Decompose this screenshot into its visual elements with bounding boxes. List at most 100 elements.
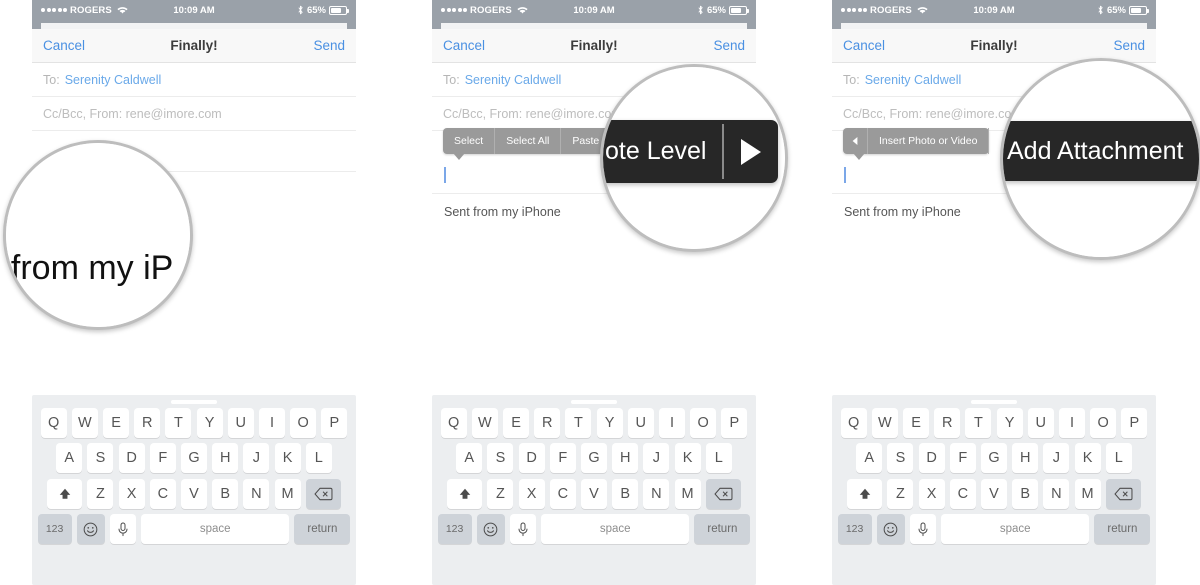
key-e[interactable]: E (903, 407, 930, 438)
magnified-quote-level-popup[interactable]: ote Level (603, 120, 778, 183)
key-d[interactable]: D (918, 443, 945, 473)
keyboard-grabber[interactable] (971, 400, 1017, 404)
key-x[interactable]: X (118, 478, 145, 509)
key-r[interactable]: R (134, 407, 161, 438)
space-key[interactable]: space (141, 514, 290, 544)
key-c[interactable]: C (549, 478, 576, 509)
key-t[interactable]: T (965, 407, 992, 438)
key-n[interactable]: N (1043, 478, 1070, 509)
shift-arrow-icon[interactable] (47, 478, 83, 509)
shift-arrow-icon[interactable] (847, 478, 883, 509)
key-a[interactable]: A (456, 443, 483, 473)
backspace-icon[interactable] (1105, 478, 1141, 509)
key-i[interactable]: I (1058, 407, 1085, 438)
key-a[interactable]: A (856, 443, 883, 473)
key-i[interactable]: I (658, 407, 685, 438)
microphone-icon[interactable] (509, 514, 536, 544)
key-u[interactable]: U (1027, 407, 1054, 438)
insert-photo-or-video-menu-item[interactable]: Insert Photo or Video (868, 128, 990, 154)
key-z[interactable]: Z (487, 478, 514, 509)
send-button[interactable]: Send (313, 38, 345, 53)
key-y[interactable]: Y (996, 407, 1023, 438)
key-j[interactable]: J (643, 443, 670, 473)
key-v[interactable]: V (581, 478, 607, 509)
numbers-key[interactable]: 123 (837, 514, 872, 544)
keyboard-grabber[interactable] (571, 400, 617, 404)
text-edit-menu[interactable]: Select Select All Paste (443, 128, 612, 160)
key-g[interactable]: G (181, 443, 207, 473)
key-w[interactable]: W (871, 407, 898, 438)
key-e[interactable]: E (503, 407, 530, 438)
key-n[interactable]: N (643, 478, 670, 509)
key-c[interactable]: C (949, 478, 976, 509)
key-o[interactable]: O (1090, 407, 1117, 438)
key-m[interactable]: M (1074, 478, 1101, 509)
onscreen-keyboard[interactable]: Q W E R T Y U I O P A S D F G H J K L Z … (832, 395, 1156, 585)
key-p[interactable]: P (721, 407, 748, 438)
key-p[interactable]: P (321, 407, 348, 438)
key-r[interactable]: R (534, 407, 561, 438)
key-f[interactable]: F (949, 443, 976, 473)
key-v[interactable]: V (981, 478, 1007, 509)
microphone-icon[interactable] (109, 514, 136, 544)
return-key[interactable]: return (1094, 514, 1151, 544)
key-u[interactable]: U (227, 407, 254, 438)
smiley-face-icon[interactable] (876, 514, 905, 544)
key-m[interactable]: M (674, 478, 701, 509)
key-j[interactable]: J (1043, 443, 1070, 473)
key-g[interactable]: G (981, 443, 1007, 473)
key-c[interactable]: C (149, 478, 176, 509)
key-i[interactable]: I (258, 407, 285, 438)
triangle-left-icon[interactable] (843, 128, 868, 154)
magnified-add-attachment-popup[interactable]: Add Attachment (1003, 121, 1199, 181)
send-button[interactable]: Send (1113, 38, 1145, 53)
send-button[interactable]: Send (713, 38, 745, 53)
key-s[interactable]: S (887, 443, 914, 473)
key-o[interactable]: O (290, 407, 317, 438)
key-q[interactable]: Q (440, 407, 467, 438)
space-key[interactable]: space (941, 514, 1090, 544)
key-g[interactable]: G (581, 443, 607, 473)
onscreen-keyboard[interactable]: Q W E R T Y U I O P A S D F G H J K L Z … (432, 395, 756, 585)
microphone-icon[interactable] (909, 514, 936, 544)
key-w[interactable]: W (71, 407, 98, 438)
return-key[interactable]: return (294, 514, 351, 544)
key-x[interactable]: X (518, 478, 545, 509)
key-f[interactable]: F (149, 443, 176, 473)
key-a[interactable]: A (56, 443, 83, 473)
select-all-menu-item[interactable]: Select All (495, 128, 562, 154)
key-b[interactable]: B (612, 478, 639, 509)
backspace-icon[interactable] (705, 478, 741, 509)
key-j[interactable]: J (243, 443, 270, 473)
key-p[interactable]: P (1121, 407, 1148, 438)
key-t[interactable]: T (165, 407, 192, 438)
smiley-face-icon[interactable] (476, 514, 505, 544)
key-e[interactable]: E (103, 407, 130, 438)
text-edit-menu[interactable]: Insert Photo or Video (843, 128, 990, 160)
key-s[interactable]: S (87, 443, 114, 473)
key-h[interactable]: H (612, 443, 639, 473)
key-l[interactable]: L (1105, 443, 1132, 473)
key-z[interactable]: Z (887, 478, 914, 509)
to-field[interactable]: To: Serenity Caldwell (32, 63, 356, 97)
key-k[interactable]: K (1074, 443, 1101, 473)
keyboard-grabber[interactable] (171, 400, 217, 404)
key-x[interactable]: X (918, 478, 945, 509)
key-r[interactable]: R (934, 407, 961, 438)
key-f[interactable]: F (549, 443, 576, 473)
key-q[interactable]: Q (840, 407, 867, 438)
key-q[interactable]: Q (40, 407, 67, 438)
key-h[interactable]: H (1012, 443, 1039, 473)
key-m[interactable]: M (274, 478, 301, 509)
key-d[interactable]: D (518, 443, 545, 473)
key-w[interactable]: W (471, 407, 498, 438)
key-y[interactable]: Y (196, 407, 223, 438)
key-l[interactable]: L (705, 443, 732, 473)
key-s[interactable]: S (487, 443, 514, 473)
play-triangle-icon[interactable] (724, 120, 778, 183)
numbers-key[interactable]: 123 (437, 514, 472, 544)
key-t[interactable]: T (565, 407, 592, 438)
key-l[interactable]: L (305, 443, 332, 473)
key-u[interactable]: U (627, 407, 654, 438)
key-k[interactable]: K (674, 443, 701, 473)
